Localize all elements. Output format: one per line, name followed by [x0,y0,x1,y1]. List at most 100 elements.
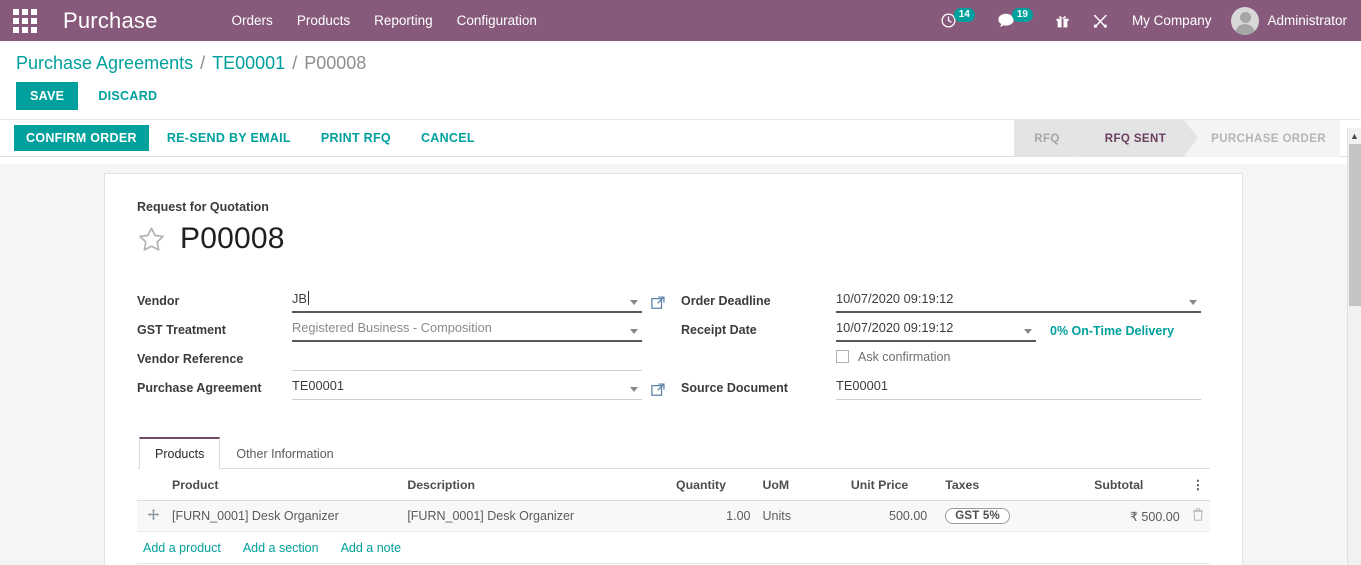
purchase-agreement-input[interactable]: TE00001 [292,377,642,400]
drag-handle-icon[interactable] [137,500,166,532]
scroll-up-arrow-icon[interactable]: ▲ [1348,128,1361,143]
text-cursor [307,291,309,305]
apps-grid-icon[interactable] [8,8,42,33]
company-switcher[interactable]: My Company [1120,13,1224,28]
form-subtitle: Request for Quotation [137,200,269,214]
messaging-menu[interactable]: 19 [986,0,1044,41]
cell-quantity[interactable]: 1.00 [670,500,757,532]
field-ask-confirmation: Ask confirmation [681,342,1201,371]
vendor-input[interactable]: JB [292,290,642,313]
vendor-reference-input[interactable] [292,348,642,371]
status-stage-purchase-order[interactable]: PURCHASE ORDER [1185,120,1340,157]
table-header-row: Product Description Quantity UoM Unit Pr… [137,469,1210,501]
cell-unit-price[interactable]: 500.00 [844,500,934,532]
delete-line-button[interactable] [1185,500,1210,532]
vertical-scrollbar[interactable]: ▲ [1347,128,1361,565]
tab-other-information[interactable]: Other Information [220,437,349,469]
debug-tools-menu[interactable] [1081,0,1120,41]
avatar [1231,6,1260,35]
ask-confirmation-label: Ask confirmation [858,349,951,364]
page-title: P00008 [180,222,285,255]
menu-reporting[interactable]: Reporting [362,0,445,41]
vendor-value: JB [292,291,307,306]
purchase-agreement-internal-link-icon[interactable] [651,383,665,400]
breadcrumb-root[interactable]: Purchase Agreements [16,53,193,74]
field-receipt-date-label: Receipt Date [681,323,757,337]
add-a-note-link[interactable]: Add a note [341,541,401,555]
order-deadline-input[interactable]: 10/07/2020 09:19:12 [836,290,1201,313]
column-quantity[interactable]: Quantity [670,469,757,501]
breadcrumb-separator-1: / [200,53,206,73]
user-menu[interactable]: Administrator [1223,6,1351,35]
notebook-tabs: Products Other Information [137,436,1210,469]
status-stage-rfq[interactable]: RFQ [1014,120,1093,157]
app-brand-title[interactable]: Purchase [63,8,158,34]
cell-taxes[interactable]: GST 5% [933,500,1089,532]
breadcrumb-parent[interactable]: TE00001 [212,53,285,74]
discard-button[interactable]: DISCARD [84,82,171,110]
statusbar: RFQ RFQ SENT PURCHASE ORDER [1014,120,1341,157]
gift-menu[interactable] [1044,0,1081,41]
menu-configuration[interactable]: Configuration [445,0,549,41]
tools-wrench-icon [1093,14,1107,28]
user-name-label: Administrator [1267,13,1347,28]
source-document-input[interactable]: TE00001 [836,377,1201,400]
messaging-count-badge: 19 [1011,7,1033,22]
field-purchase-agreement-label: Purchase Agreement [137,381,262,395]
top-navbar: Purchase Orders Products Reporting Confi… [0,0,1361,41]
form-scroll-area: Request for Quotation P00008 Vendor JB G… [0,164,1347,565]
column-handle [137,469,166,501]
field-vendor-reference: Vendor Reference [137,342,665,371]
confirm-order-button[interactable]: CONFIRM ORDER [14,125,149,151]
field-vendor: Vendor JB [137,284,665,313]
odoo-purchase-rfq-form: Purchase Orders Products Reporting Confi… [0,0,1361,565]
form-columns: Vendor JB GST Treatment Registered Busin… [137,284,1210,400]
record-control-buttons: SAVE DISCARD [0,74,1361,119]
print-rfq-button[interactable]: PRINT RFQ [309,125,403,151]
field-source-document-label: Source Document [681,381,788,395]
form-right-column: Order Deadline 10/07/2020 09:19:12 Recei… [681,284,1201,400]
trash-icon [1192,508,1203,521]
table-row[interactable]: [FURN_0001] Desk Organizer [FURN_0001] D… [137,500,1210,532]
add-a-section-link[interactable]: Add a section [243,541,319,555]
action-statusbar: CONFIRM ORDER RE-SEND BY EMAIL PRINT RFQ… [0,120,1361,157]
field-source-document: Source Document TE00001 [681,371,1201,400]
breadcrumb-current: P00008 [304,53,367,73]
star-outline-icon[interactable] [137,225,166,254]
cell-subtotal: ₹ 500.00 [1088,500,1186,532]
column-uom[interactable]: UoM [756,469,845,501]
column-unit-price[interactable]: Unit Price [844,469,934,501]
cell-description[interactable]: [FURN_0001] Desk Organizer [401,500,671,532]
vendor-internal-link-icon[interactable] [651,296,665,313]
cell-uom[interactable]: Units [756,500,845,532]
column-subtotal[interactable]: Subtotal [1088,469,1186,501]
status-stage-rfq-sent[interactable]: RFQ SENT [1078,120,1199,157]
column-product[interactable]: Product [166,469,402,501]
receipt-date-input[interactable]: 10/07/2020 09:19:12 [836,319,1036,342]
notebook: Products Other Information Product Descr… [137,436,1210,564]
tab-products[interactable]: Products [139,437,221,469]
field-vendor-reference-label: Vendor Reference [137,352,244,366]
field-receipt-date: Receipt Date 10/07/2020 09:19:12 0% On-T… [681,313,1201,342]
add-a-product-link[interactable]: Add a product [143,541,221,555]
main-menu: Orders Products Reporting Configuration [220,0,549,41]
menu-orders[interactable]: Orders [220,0,285,41]
drag-handle-glyph [147,508,160,521]
save-button[interactable]: SAVE [16,82,79,110]
menu-products[interactable]: Products [285,0,362,41]
scrollbar-thumb[interactable] [1349,144,1361,306]
resend-by-email-button[interactable]: RE-SEND BY EMAIL [155,125,303,151]
column-options-icon[interactable]: ⋮ [1185,469,1210,501]
cancel-button[interactable]: CANCEL [409,125,487,151]
ask-confirmation-checkbox[interactable] [836,350,849,363]
control-panel: Purchase Agreements / TE00001 / P00008 S… [0,41,1361,151]
column-taxes[interactable]: Taxes [933,469,1089,501]
on-time-delivery-label: 0% On-Time Delivery [1050,324,1175,338]
add-line-links: Add a product Add a section Add a note [137,532,1210,563]
gst-treatment-select[interactable]: Registered Business - Composition [292,319,642,342]
field-purchase-agreement: Purchase Agreement TE00001 [137,371,665,400]
activity-clock-menu[interactable]: 14 [929,0,986,41]
column-description[interactable]: Description [401,469,671,501]
cell-product[interactable]: [FURN_0001] Desk Organizer [166,500,402,532]
breadcrumb-separator-2: / [292,53,298,73]
